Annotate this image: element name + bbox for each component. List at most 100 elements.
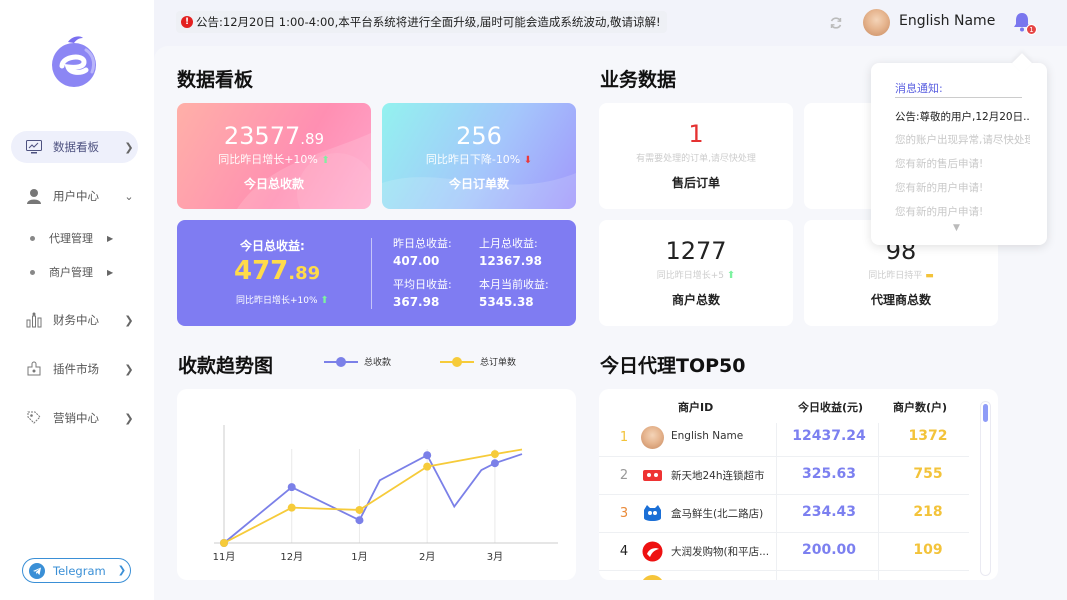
data-point [490,450,499,459]
telegram-button[interactable]: Telegram ❯ [22,558,131,583]
sidebar-item-finance-center[interactable]: 财务中心 ❯ [11,304,138,336]
revenue-card[interactable]: 今日总收益: 477.89 同比昨日增长+10% ⬆ 昨日总收益: 407.00 … [177,220,576,326]
data-point [355,505,364,514]
table-row[interactable]: 1 English Name 12437.24 1372 [599,419,969,457]
merchant-count: 109 [913,542,943,558]
orders-value: 256 [456,122,502,150]
app-logo-icon[interactable] [46,32,102,88]
merchant-count: 1372 [908,428,948,444]
username[interactable]: English Name [899,13,995,29]
revenue-compare-text: 同比昨日增长+10% [236,296,318,306]
notification-badge: 1 [1026,24,1037,35]
legend-label: 总订单数 [480,358,517,368]
bullet-dot-icon [30,269,35,275]
revenue-title: 今日总收益: [240,239,305,253]
table-row[interactable]: 2 新天地24h连锁超市 325.63 755 [599,457,969,495]
legend-line-icon [440,356,474,367]
data-point [490,459,499,468]
column-header-merchant-id: 商户ID [678,401,714,414]
sidebar-item-user-center[interactable]: 用户中心 ⌄ [11,180,138,212]
collection-compare-text: 同比昨日增长+10% [218,153,318,166]
merchants-hint: 同比昨日增长+5 ⬆ [599,268,793,281]
arrow-up-icon: ⬆ [320,295,329,306]
chevron-right-icon: ❯ [124,411,134,425]
sidebar-item-marketing-center[interactable]: 营销中心 ❯ [11,402,138,434]
flat-dash-icon: ▬ [925,271,934,281]
notification-title: 消息通知: [895,82,943,95]
dashboard-title: 数据看板 [177,69,254,91]
sidebar-item-label: 插件市场 [53,362,99,376]
merchants-value: 1277 [665,237,727,265]
notification-item[interactable]: 您有新的用户申请! [895,204,1030,219]
x-tick-label: 2月 [419,551,435,563]
sidebar-subitem-agent-management[interactable]: 代理管理 ▶ [30,229,113,247]
agents-hint: 同比昨日持平 ▬ [804,268,998,281]
sidebar-item-dashboard[interactable]: 数据看板 ❯ [11,131,138,163]
merchants-card[interactable]: 1277 同比昨日增长+5 ⬆ 商户总数 [599,220,793,326]
notification-item[interactable]: 您有新的用户申请! [895,180,1030,195]
after-sales-card[interactable]: 1 有需要处理的订单,请尽快处理 售后订单 [599,103,793,209]
sidebar-subitem-merchant-management[interactable]: 商户管理 ▶ [30,263,113,281]
notification-item[interactable]: 公告:尊敬的用户,12月20日... [895,109,1030,124]
arrow-up-icon: ⬆ [321,155,330,166]
data-point [287,503,296,512]
merchant-name: 新天地24h连锁超市 [671,470,765,482]
orders-compare: 同比昨日下降-10% ⬇ [382,151,576,167]
x-tick-label: 1月 [351,551,367,563]
data-point [220,539,228,547]
notification-bell[interactable]: 1 [1011,11,1037,35]
revenue-dec: .89 [288,263,321,284]
user-avatar-icon [641,426,664,449]
data-point [423,451,432,460]
merchant-name: 大润发购物(和平店... [671,546,770,558]
supermarket-logo-icon [641,464,664,487]
average-daily-revenue: 平均日收益: 367.98 [393,276,452,309]
collection-card[interactable]: 23577.89 同比昨日增长+10% ⬆ 今日总收款 [177,103,371,209]
notification-item[interactable]: 您的账户出现异常,请尽快处理 [895,132,1030,147]
stat-value: 5345.38 [479,295,534,309]
after-sales-label: 售后订单 [671,176,720,190]
refresh-icon[interactable] [829,16,843,30]
rank-number: 4 [619,544,629,559]
divider [371,238,372,309]
chevron-right-icon: ❯ [124,362,134,376]
table-scrollbar[interactable] [980,401,991,576]
rank-number: 1 [619,430,629,445]
yesterday-revenue: 昨日总收益: 407.00 [393,235,452,268]
sidebar-subitem-label: 代理管理 [49,232,93,245]
revenue-compare: 同比昨日增长+10% ⬆ [236,293,329,306]
marketing-icon [25,409,43,427]
hema-logo-icon [641,502,664,525]
legend-item-orders[interactable]: 总订单数 [440,355,516,368]
revenue-value: 325.63 [801,466,857,482]
scrollbar-thumb[interactable] [983,404,988,422]
collection-value: 23577.89 [177,122,371,150]
agents-hint-text: 同比昨日持平 [868,271,923,281]
sidebar-item-plugin-market[interactable]: 插件市场 ❯ [11,353,138,385]
data-point [355,516,364,525]
sidebar-item-label: 财务中心 [53,313,99,327]
revenue-value: 477.89 [234,256,320,286]
user-icon [25,187,43,205]
warning-icon: ! [181,16,193,28]
chevron-right-icon: ❯ [124,140,134,154]
collection-label: 今日总收款 [243,177,304,191]
sidebar-item-label: 用户中心 [53,189,99,203]
announcement-text: 公告:12月20日 1:00-4:00,本平台系统将进行全面升级,届时可能会造成… [196,15,661,29]
next-row-avatar [641,575,664,580]
notification-popup: 消息通知: 公告:尊敬的用户,12月20日... 您的账户出现异常,请尽快处理 … [871,63,1047,245]
announcement-bar[interactable]: ! 公告:12月20日 1:00-4:00,本平台系统将进行全面升级,届时可能会… [176,11,667,33]
expand-more-icon[interactable]: ▼ [953,223,960,233]
user-avatar[interactable] [863,9,890,36]
orders-card[interactable]: 256 同比昨日下降-10% ⬇ 今日订单数 [382,103,576,209]
orders-compare-text: 同比昨日下降-10% [425,153,521,166]
series-line-2 [223,448,523,544]
notification-item[interactable]: 您有新的售后申请! [895,156,1030,171]
triangle-right-icon: ▶ [107,233,114,243]
table-row[interactable]: 4 大润发购物(和平店... 200.00 109 [599,533,969,571]
bullet-dot-icon [30,235,35,241]
legend-item-revenue[interactable]: 总收款 [324,355,391,368]
column-header-revenue: 今日收益(元) [798,401,864,414]
sidebar-subitem-label: 商户管理 [49,266,93,279]
table-row[interactable]: 3 盒马鲜生(北二路店) 234.43 218 [599,495,969,533]
